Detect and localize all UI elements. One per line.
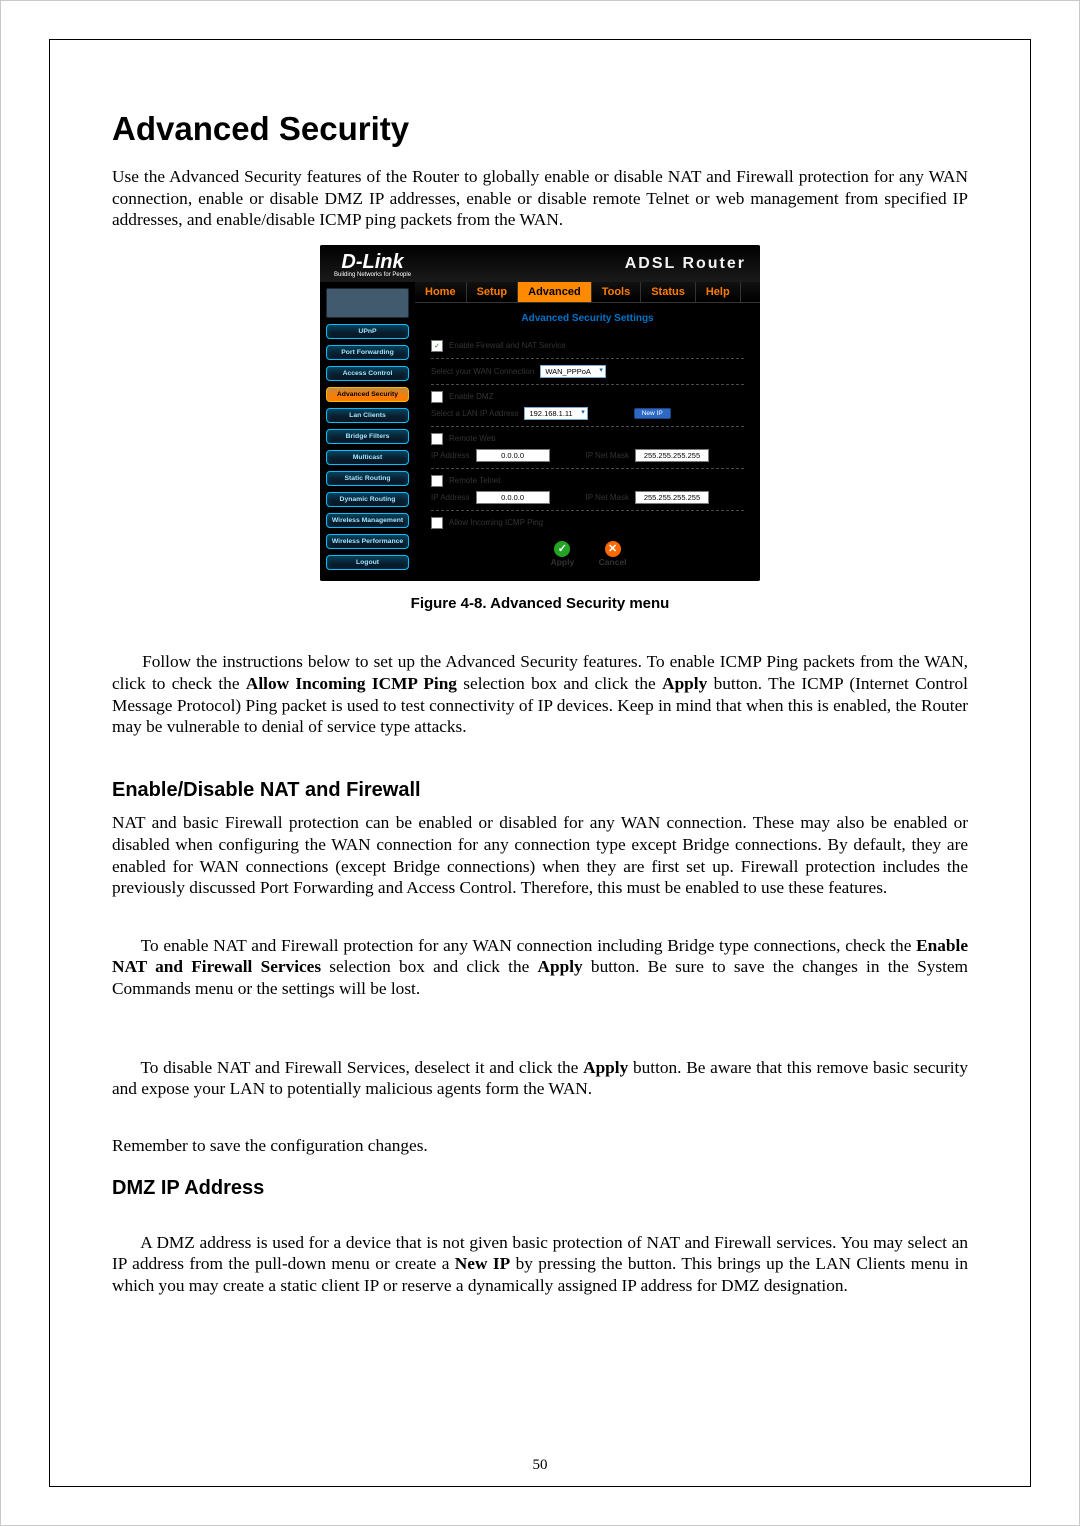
form-buttons: ✓ Apply ✕ Cancel — [431, 533, 744, 567]
wan-label: Select your WAN Connection — [431, 367, 534, 376]
cancel-icon: ✕ — [605, 541, 621, 557]
bold-text: Apply — [662, 674, 707, 693]
router-header: D-Link Building Networks for People ADSL… — [320, 245, 760, 282]
bold-text: Apply — [538, 957, 583, 976]
sidebar-item-dynamic-routing[interactable]: Dynamic Routing — [326, 492, 409, 507]
tab-help[interactable]: Help — [696, 282, 741, 302]
sidebar-item-lan-clients[interactable]: Lan Clients — [326, 408, 409, 423]
bold-text: Apply — [583, 1058, 628, 1077]
sidebar-item-advanced-security[interactable]: Advanced Security — [326, 387, 409, 402]
sidebar-item-wireless-performance[interactable]: Wireless Performance — [326, 534, 409, 549]
remote-web-checkbox[interactable] — [431, 433, 443, 445]
figure-caption: Figure 4-8. Advanced Security menu — [112, 595, 968, 612]
row-remote-telnet: Remote Telnet — [431, 475, 744, 487]
remote-telnet-mask-label: IP Net Mask — [586, 493, 629, 502]
sidebar-item-access-control[interactable]: Access Control — [326, 366, 409, 381]
divider — [431, 468, 744, 469]
check-icon: ✓ — [554, 541, 570, 557]
new-ip-button[interactable]: New IP — [634, 408, 671, 419]
sidebar-illustration — [326, 288, 409, 318]
figure: D-Link Building Networks for People ADSL… — [112, 245, 968, 581]
row-enable-dmz: Enable DMZ — [431, 391, 744, 403]
row-allow-ping: Allow Incoming ICMP Ping — [431, 517, 744, 529]
sidebar-item-upnp[interactable]: UPnP — [326, 324, 409, 339]
cancel-label: Cancel — [595, 557, 631, 567]
brand-logo: D-Link — [341, 251, 403, 273]
text: To enable NAT and Firewall protection fo… — [141, 936, 917, 955]
page: Advanced Security Use the Advanced Secur… — [0, 0, 1080, 1526]
sidebar-item-static-routing[interactable]: Static Routing — [326, 471, 409, 486]
divider — [431, 510, 744, 511]
lan-ip-label: Select a LAN IP Address — [431, 409, 518, 418]
enable-firewall-label: Enable Firewall and NAT Service — [449, 341, 566, 350]
remote-telnet-checkbox[interactable] — [431, 475, 443, 487]
sidebar-item-port-forwarding[interactable]: Port Forwarding — [326, 345, 409, 360]
sidebar-item-multicast[interactable]: Multicast — [326, 450, 409, 465]
divider — [431, 384, 744, 385]
row-lan-ip: Select a LAN IP Address 192.168.1.11 New… — [431, 407, 744, 420]
brand-tagline: Building Networks for People — [334, 272, 411, 278]
row-enable-firewall: ✓ Enable Firewall and NAT Service — [431, 340, 744, 352]
row-remote-web-ip: IP Address 0.0.0.0 IP Net Mask 255.255.2… — [431, 449, 744, 462]
section-title: Advanced Security Settings — [415, 303, 760, 330]
remote-web-mask-label: IP Net Mask — [586, 451, 629, 460]
divider — [431, 358, 744, 359]
tab-setup[interactable]: Setup — [467, 282, 519, 302]
tab-status[interactable]: Status — [641, 282, 696, 302]
tab-bar: Home Setup Advanced Tools Status Help — [415, 282, 760, 303]
brand: D-Link Building Networks for People — [334, 251, 411, 278]
remote-telnet-label: Remote Telnet — [449, 476, 500, 485]
remote-telnet-ip-input[interactable]: 0.0.0.0 — [476, 491, 550, 504]
intro-paragraph: Use the Advanced Security features of th… — [112, 166, 968, 231]
router-ui: D-Link Building Networks for People ADSL… — [320, 245, 760, 581]
lan-ip-select[interactable]: 192.168.1.11 — [524, 407, 587, 420]
sub2-paragraph1: A DMZ address is used for a device that … — [112, 1210, 968, 1318]
enable-firewall-checkbox[interactable]: ✓ — [431, 340, 443, 352]
tab-home[interactable]: Home — [415, 282, 467, 302]
divider — [431, 426, 744, 427]
subheading-dmz: DMZ IP Address — [112, 1177, 968, 1200]
enable-dmz-label: Enable DMZ — [449, 392, 493, 401]
after-figure-paragraph: Follow the instructions below to set up … — [112, 630, 968, 760]
allow-ping-label: Allow Incoming ICMP Ping — [449, 518, 543, 527]
sub1-paragraph2: To enable NAT and Firewall protection fo… — [112, 913, 968, 1021]
remote-telnet-ip-label: IP Address — [431, 493, 470, 502]
apply-button[interactable]: ✓ Apply — [544, 541, 580, 567]
sidebar-item-logout[interactable]: Logout — [326, 555, 409, 570]
wan-select[interactable]: WAN_PPPoA — [540, 365, 606, 378]
router-title: ADSL Router — [625, 255, 746, 273]
row-wan: Select your WAN Connection WAN_PPPoA — [431, 365, 744, 378]
sub1-paragraph3: To disable NAT and Firewall Services, de… — [112, 1035, 968, 1121]
page-number: 50 — [50, 1457, 1030, 1474]
tab-tools[interactable]: Tools — [592, 282, 642, 302]
text: selection box and click the — [321, 957, 537, 976]
router-body: UPnP Port Forwarding Access Control Adva… — [320, 282, 760, 581]
sidebar-item-bridge-filters[interactable]: Bridge Filters — [326, 429, 409, 444]
remote-telnet-mask-input[interactable]: 255.255.255.255 — [635, 491, 709, 504]
cancel-button[interactable]: ✕ Cancel — [595, 541, 631, 567]
subheading-nat-firewall: Enable/Disable NAT and Firewall — [112, 779, 968, 802]
row-remote-web: Remote Web — [431, 433, 744, 445]
bold-text: Allow Incoming ICMP Ping — [246, 674, 457, 693]
remote-web-ip-label: IP Address — [431, 451, 470, 460]
page-content: Advanced Security Use the Advanced Secur… — [49, 39, 1031, 1487]
remote-web-mask-input[interactable]: 255.255.255.255 — [635, 449, 709, 462]
page-title: Advanced Security — [112, 110, 968, 148]
row-remote-telnet-ip: IP Address 0.0.0.0 IP Net Mask 255.255.2… — [431, 491, 744, 504]
text: To disable NAT and Firewall Services, de… — [140, 1058, 583, 1077]
sidebar-item-wireless-management[interactable]: Wireless Management — [326, 513, 409, 528]
tab-advanced[interactable]: Advanced — [518, 282, 592, 302]
form-area: ✓ Enable Firewall and NAT Service Select… — [415, 330, 760, 573]
remote-web-label: Remote Web — [449, 434, 496, 443]
sub1-paragraph1: NAT and basic Firewall protection can be… — [112, 812, 968, 898]
sub1-paragraph4: Remember to save the configuration chang… — [112, 1135, 968, 1157]
allow-ping-checkbox[interactable] — [431, 517, 443, 529]
remote-web-ip-input[interactable]: 0.0.0.0 — [476, 449, 550, 462]
bold-text: New IP — [455, 1254, 510, 1273]
text: selection box and click the — [457, 674, 662, 693]
sidebar: UPnP Port Forwarding Access Control Adva… — [320, 282, 415, 581]
router-main: Home Setup Advanced Tools Status Help Ad… — [415, 282, 760, 581]
enable-dmz-checkbox[interactable] — [431, 391, 443, 403]
apply-label: Apply — [544, 557, 580, 567]
